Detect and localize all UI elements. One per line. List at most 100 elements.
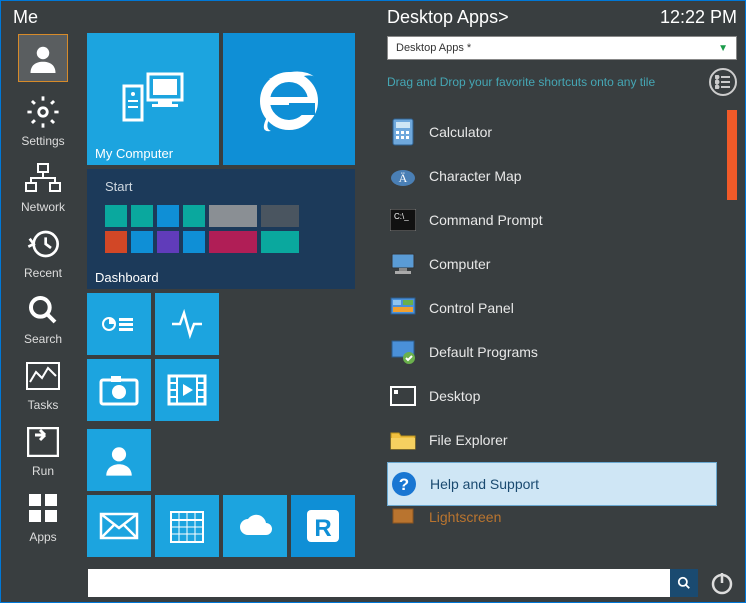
app-list: Calculator Ä Character Map C:\_ Command …	[387, 110, 737, 602]
sidebar-label: Settings	[21, 134, 64, 148]
computer-icon	[118, 64, 188, 134]
tile-small-6[interactable]	[87, 495, 151, 557]
sidebar-item-run[interactable]: Run	[8, 422, 78, 478]
scrollbar[interactable]	[727, 110, 737, 602]
tile-small-5[interactable]	[87, 429, 151, 491]
search-icon	[21, 290, 65, 330]
app-item-help-support[interactable]: ? Help and Support	[387, 462, 717, 506]
run-icon	[21, 422, 65, 462]
r-app-icon: R	[303, 506, 343, 546]
tile-empty	[155, 429, 219, 491]
app-item-command-prompt[interactable]: C:\_ Command Prompt	[387, 198, 717, 242]
scrollbar-thumb[interactable]	[727, 110, 737, 200]
power-button[interactable]	[708, 569, 736, 597]
app-item-calculator[interactable]: Calculator	[387, 110, 717, 154]
tile-empty	[223, 429, 287, 491]
svg-text:?: ?	[399, 475, 409, 494]
svg-text:C:\_: C:\_	[394, 212, 409, 221]
tile-small-1[interactable]	[87, 293, 151, 355]
search-icon	[677, 576, 691, 590]
svg-text:R: R	[314, 515, 331, 542]
contact-icon	[102, 443, 136, 477]
sidebar-label: Apps	[29, 530, 56, 544]
default-programs-icon	[389, 338, 417, 366]
app-item-default-programs[interactable]: Default Programs	[387, 330, 717, 374]
ie-icon	[249, 59, 329, 139]
panel-title: Desktop Apps>	[387, 7, 509, 28]
tile-empty	[223, 293, 287, 355]
activity-icon	[170, 307, 204, 341]
apps-icon	[21, 488, 65, 528]
calendar-icon	[169, 508, 205, 544]
sidebar-item-recent[interactable]: Recent	[8, 224, 78, 280]
app-item-character-map[interactable]: Ä Character Map	[387, 154, 717, 198]
category-dropdown[interactable]: Desktop Apps * ▼	[387, 36, 737, 60]
app-label: Control Panel	[429, 300, 514, 316]
app-label: File Explorer	[429, 432, 508, 448]
computer-icon	[389, 250, 417, 278]
help-icon: ?	[390, 470, 418, 498]
app-item-file-explorer[interactable]: File Explorer	[387, 418, 717, 462]
tile-dashboard[interactable]: Start	[87, 169, 355, 289]
sidebar-item-avatar[interactable]	[8, 34, 78, 82]
left-sidebar: Me Settings Network Recent	[1, 1, 85, 602]
app-label: Command Prompt	[429, 212, 543, 228]
mini-tile-grid	[105, 205, 299, 253]
svg-text:Ä: Ä	[399, 171, 408, 185]
recent-icon	[21, 224, 65, 264]
right-panel: Desktop Apps> 12:22 PM Desktop Apps * ▼ …	[375, 1, 745, 602]
sidebar-item-settings[interactable]: Settings	[8, 92, 78, 148]
cloud-icon	[236, 513, 274, 539]
tile-panel: My Computer Start	[85, 1, 375, 602]
tile-label: My Computer	[95, 146, 173, 161]
folder-icon	[389, 426, 417, 454]
app-item-computer[interactable]: Computer	[387, 242, 717, 286]
list-view-button[interactable]	[709, 68, 737, 96]
tile-small-4[interactable]	[155, 359, 219, 421]
tile-empty	[291, 293, 355, 355]
mail-icon	[99, 512, 139, 540]
bottom-bar	[88, 569, 736, 597]
control-panel-icon	[389, 294, 417, 322]
user-avatar-icon	[18, 34, 68, 82]
app-label: Default Programs	[429, 344, 538, 360]
tile-empty	[291, 359, 355, 421]
search-button[interactable]	[670, 569, 698, 597]
tile-small-9[interactable]: R	[291, 495, 355, 557]
desktop-icon	[389, 382, 417, 410]
sidebar-item-tasks[interactable]: Tasks	[8, 356, 78, 412]
power-icon	[710, 571, 734, 595]
sidebar-item-apps[interactable]: Apps	[8, 488, 78, 544]
app-label: Desktop	[429, 388, 480, 404]
sidebar-label: Search	[24, 332, 62, 346]
clock: 12:22 PM	[660, 7, 737, 28]
sidebar-label: Tasks	[28, 398, 59, 412]
app-item-control-panel[interactable]: Control Panel	[387, 286, 717, 330]
app-label: Help and Support	[430, 476, 539, 492]
sidebar-item-network[interactable]: Network	[8, 158, 78, 214]
sidebar-label: Network	[21, 200, 65, 214]
app-item-desktop[interactable]: Desktop	[387, 374, 717, 418]
tile-small-3[interactable]	[87, 359, 151, 421]
gear-icon	[21, 92, 65, 132]
app-icon	[389, 506, 417, 528]
tile-my-computer[interactable]: My Computer	[87, 33, 219, 165]
video-icon	[167, 374, 207, 406]
camera-icon	[99, 374, 139, 406]
sidebar-item-search[interactable]: Search	[8, 290, 78, 346]
sidebar-title: Me	[1, 7, 38, 28]
tile-internet-explorer[interactable]	[223, 33, 355, 165]
app-item-lightscreen[interactable]: Lightscreen	[387, 506, 717, 528]
app-label: Character Map	[429, 168, 522, 184]
sidebar-label: Run	[32, 464, 54, 478]
dropdown-value: Desktop Apps *	[396, 42, 471, 54]
hint-text: Drag and Drop your favorite shortcuts on…	[387, 75, 655, 89]
tile-label: Dashboard	[95, 270, 159, 285]
start-label: Start	[105, 179, 132, 194]
tile-small-7[interactable]	[155, 495, 219, 557]
tasks-icon	[21, 356, 65, 396]
chevron-down-icon: ▼	[718, 43, 728, 54]
search-input[interactable]	[88, 569, 698, 597]
tile-small-8[interactable]	[223, 495, 287, 557]
tile-small-2[interactable]	[155, 293, 219, 355]
